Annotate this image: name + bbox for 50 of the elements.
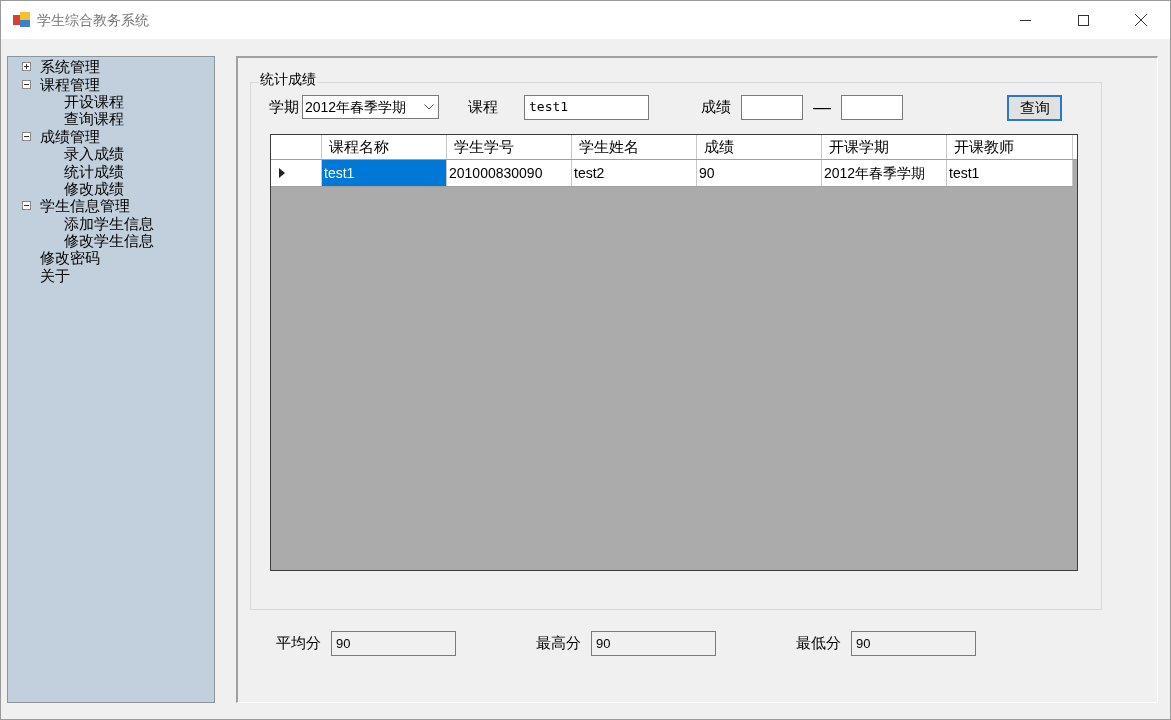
tree-item[interactable]: 修改学生信息 xyxy=(64,233,154,249)
tree-item[interactable]: 关于 xyxy=(40,267,70,283)
tree-item[interactable]: 添加学生信息 xyxy=(64,215,154,231)
column-header[interactable]: 开课学期 xyxy=(822,135,947,159)
collapse-icon[interactable] xyxy=(21,201,31,211)
group-title: 统计成绩 xyxy=(259,72,317,86)
max-score-field[interactable] xyxy=(841,94,903,120)
tree-item[interactable]: 录入成绩 xyxy=(64,146,124,162)
chevron-down-icon xyxy=(424,104,434,110)
query-button[interactable]: 查询 xyxy=(1007,95,1062,121)
table-cell[interactable]: test2 xyxy=(572,160,697,186)
course-field[interactable]: test1 xyxy=(524,94,649,120)
range-dash: — xyxy=(813,95,831,119)
stat-field[interactable]: 90 xyxy=(331,631,456,656)
tree-item[interactable]: 系统管理 xyxy=(40,59,100,75)
column-header[interactable]: 学生学号 xyxy=(447,135,572,159)
maximize-icon xyxy=(1077,14,1089,26)
stat-label: 最低分 xyxy=(796,633,841,654)
table-cell[interactable]: 201000830090 xyxy=(447,160,572,186)
stat-label: 最高分 xyxy=(536,633,581,654)
min-score-field[interactable] xyxy=(741,94,803,120)
window-title: 学生综合教务系统 xyxy=(37,10,149,30)
tree-item[interactable]: 统计成绩 xyxy=(64,163,124,179)
tree-item[interactable]: 修改成绩 xyxy=(64,180,124,196)
stat-field[interactable]: 90 xyxy=(851,631,976,656)
stat-label: 平均分 xyxy=(276,633,321,654)
column-header[interactable]: 成绩 xyxy=(697,135,822,159)
table-cell[interactable]: 90 xyxy=(697,160,822,186)
table-cell[interactable]: 2012年春季学期 xyxy=(822,160,947,186)
column-header[interactable]: 开课教师 xyxy=(947,135,1073,159)
tree-item[interactable]: 开设课程 xyxy=(64,93,124,109)
tree-item[interactable]: 修改密码 xyxy=(40,250,100,266)
score-label: 成绩 xyxy=(701,96,731,117)
course-label: 课程 xyxy=(468,96,498,117)
term-label: 学期 xyxy=(269,96,299,117)
tree-item[interactable]: 成绩管理 xyxy=(40,128,100,144)
stat-field[interactable]: 90 xyxy=(591,631,716,656)
collapse-icon[interactable] xyxy=(21,131,31,141)
tree-item[interactable]: 课程管理 xyxy=(40,76,100,92)
term-dropdown[interactable]: 2012年春季学期 xyxy=(302,95,439,119)
collapse-icon[interactable] xyxy=(21,79,31,89)
table-cell[interactable]: test1 xyxy=(322,160,447,186)
expand-icon[interactable] xyxy=(21,62,31,72)
app-icon xyxy=(13,12,31,28)
column-header[interactable]: 课程名称 xyxy=(322,135,447,159)
tree-item[interactable]: 查询课程 xyxy=(64,111,124,127)
close-icon xyxy=(1135,14,1147,26)
column-header[interactable]: 学生姓名 xyxy=(572,135,697,159)
table-cell[interactable]: test1 xyxy=(947,160,1073,186)
tree-item[interactable]: 学生信息管理 xyxy=(40,198,130,214)
